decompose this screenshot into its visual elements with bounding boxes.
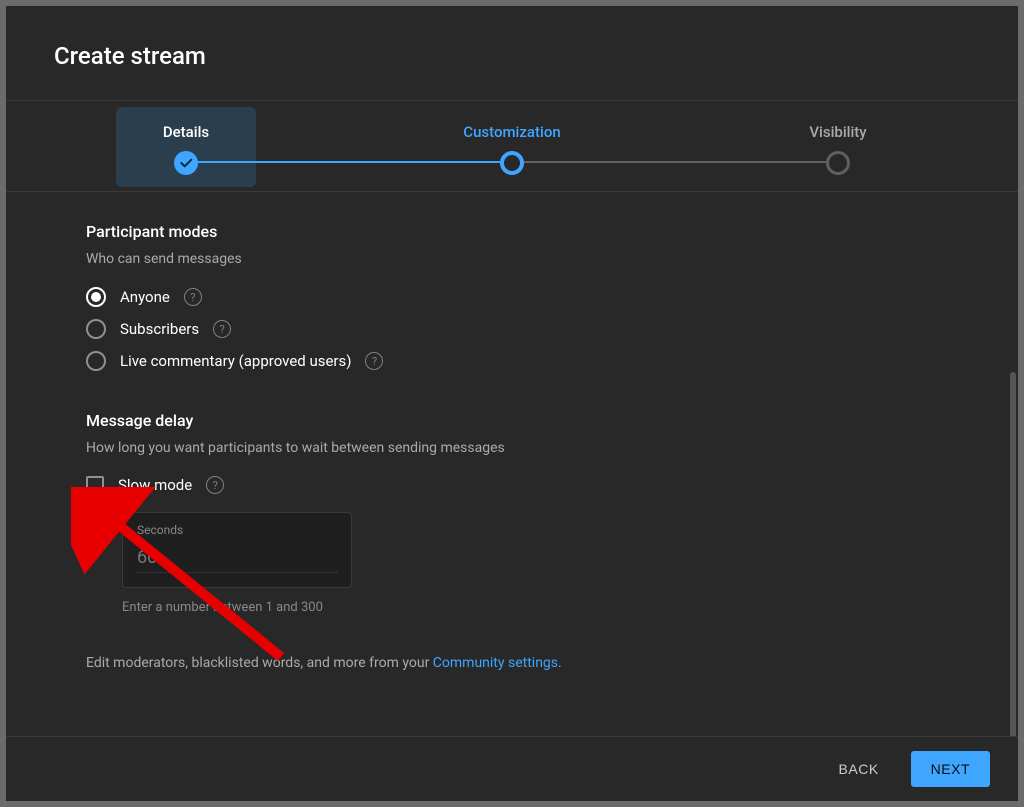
participant-modes-title: Participant modes (86, 222, 938, 241)
message-delay-subtitle: How long you want participants to wait b… (86, 440, 938, 456)
page-title: Create stream (54, 42, 1018, 70)
checkbox-icon (86, 476, 104, 494)
back-button[interactable]: Back (819, 751, 899, 787)
modal-header: Create stream (6, 6, 1018, 100)
next-button[interactable]: Next (911, 751, 990, 787)
help-icon[interactable]: ? (365, 352, 383, 370)
radio-option-live-commentary[interactable]: Live commentary (approved users) ? (86, 351, 938, 371)
step-label: Details (163, 123, 209, 141)
content-area: Participant modes Who can send messages … (6, 192, 1018, 736)
message-delay-title: Message delay (86, 411, 938, 430)
slow-mode-checkbox-row[interactable]: Slow mode ? (86, 476, 938, 494)
step-label: Customization (463, 123, 560, 141)
radio-label: Anyone (120, 288, 170, 306)
scrollbar-thumb[interactable] (1010, 372, 1016, 736)
moderation-suffix: . (558, 655, 562, 671)
radio-option-subscribers[interactable]: Subscribers ? (86, 319, 938, 339)
step-label: Visibility (809, 123, 866, 141)
step-dot-active (500, 151, 524, 175)
seconds-hint: Enter a number between 1 and 300 (122, 600, 938, 615)
radio-icon (86, 351, 106, 371)
radio-option-anyone[interactable]: Anyone ? (86, 287, 938, 307)
moderation-prefix: Edit moderators, blacklisted words, and … (86, 655, 433, 671)
moderation-hint: Edit moderators, blacklisted words, and … (86, 655, 938, 671)
step-customization[interactable]: Customization (442, 113, 582, 191)
modal-footer: Back Next (6, 736, 1018, 801)
help-icon[interactable]: ? (213, 320, 231, 338)
seconds-field-label: Seconds (137, 523, 337, 537)
step-details[interactable]: Details (116, 113, 256, 191)
create-stream-modal: Create stream Details Customization Visi… (6, 6, 1018, 801)
checkmark-icon (174, 151, 198, 175)
help-icon[interactable]: ? (206, 476, 224, 494)
step-visibility[interactable]: Visibility (768, 113, 908, 191)
slow-mode-label: Slow mode (118, 476, 192, 494)
seconds-input[interactable]: Seconds 60 (122, 512, 352, 588)
radio-label: Subscribers (120, 320, 199, 338)
radio-icon (86, 287, 106, 307)
stepper: Details Customization Visibility (6, 101, 1018, 191)
radio-icon (86, 319, 106, 339)
community-settings-link[interactable]: Community settings (433, 655, 558, 671)
participant-modes-subtitle: Who can send messages (86, 251, 938, 267)
radio-label: Live commentary (approved users) (120, 352, 351, 370)
help-icon[interactable]: ? (184, 288, 202, 306)
step-dot (826, 151, 850, 175)
seconds-field-value: 60 (137, 547, 337, 573)
